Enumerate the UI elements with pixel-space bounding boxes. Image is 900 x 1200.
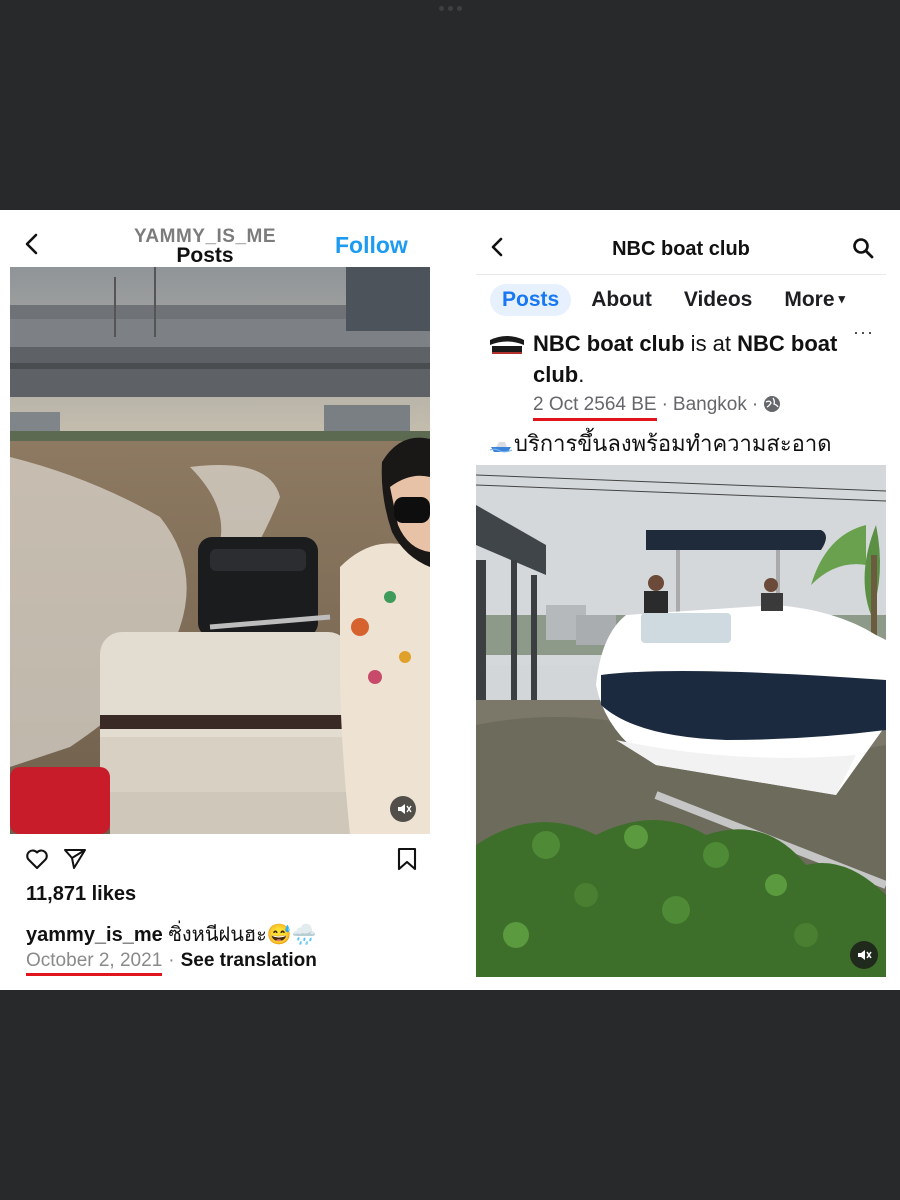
caption-username[interactable]: yammy_is_me (26, 924, 163, 946)
post-heading-end: . (578, 362, 585, 387)
chevron-down-icon: ▾ (838, 291, 846, 306)
post-date[interactable]: 2 Oct 2564 BE (533, 394, 657, 421)
page-title: Posts (176, 244, 234, 267)
back-icon[interactable] (488, 236, 508, 258)
post-actions (24, 846, 420, 874)
post-author-link[interactable]: NBC boat club (533, 331, 685, 356)
more-options-icon[interactable]: ··· (853, 322, 874, 343)
search-icon[interactable] (852, 237, 874, 259)
caption-text: ซิ่งหนีฝนฮะ😅🌧️ (162, 924, 317, 946)
meta-separator: · (168, 950, 175, 971)
meta-separator: · (751, 394, 759, 415)
post-meta: October 2, 2021 · See translation (26, 950, 317, 976)
tab-videos[interactable]: Videos (684, 284, 752, 316)
tab-posts[interactable]: Posts (490, 284, 572, 316)
globe-icon (764, 396, 781, 412)
follow-button[interactable]: Follow (335, 232, 408, 259)
send-icon[interactable] (62, 846, 88, 872)
tab-about[interactable]: About (591, 284, 652, 316)
meta-separator: · (661, 394, 668, 415)
back-icon[interactable] (20, 232, 44, 256)
mute-icon[interactable] (390, 796, 416, 822)
post-text: บริการขึ้นลงพร้อมทำความสะอาด (490, 426, 832, 461)
mute-icon[interactable] (850, 941, 878, 969)
page-title: NBC boat club (612, 238, 750, 260)
pager-dots (435, 6, 465, 12)
post-date: October 2, 2021 (26, 950, 163, 976)
post-heading-connector: is at (684, 331, 738, 356)
post-video[interactable] (476, 465, 886, 977)
instagram-post: YAMMY_IS_ME Posts Follow 11,871 likes ya… (10, 210, 430, 990)
post-heading: NBC boat club is at NBC boat club. (533, 328, 853, 390)
bookmark-icon[interactable] (396, 846, 418, 872)
likes-count[interactable]: 11,871 likes (26, 883, 136, 906)
see-translation-link[interactable]: See translation (181, 950, 317, 971)
header-divider (476, 274, 886, 275)
post-video[interactable] (10, 267, 430, 834)
post-caption: yammy_is_me ซิ่งหนีฝนฮะ😅🌧️ (26, 918, 317, 950)
page-tabs: Posts About Videos More ▾ (490, 282, 877, 318)
tab-more[interactable]: More ▾ (784, 284, 845, 316)
post-text-content: บริการขึ้นลงพร้อมทำความสะอาด (514, 431, 832, 456)
page-logo[interactable] (488, 332, 526, 356)
facebook-post: NBC boat club Posts About Videos More ▾ N… (476, 210, 886, 990)
post-meta: 2 Oct 2564 BE · Bangkok · (533, 394, 781, 421)
post-location: Bangkok (672, 394, 747, 415)
heart-icon[interactable] (24, 846, 50, 872)
tab-more-label: More (784, 288, 835, 311)
speedboat-icon (490, 442, 512, 453)
